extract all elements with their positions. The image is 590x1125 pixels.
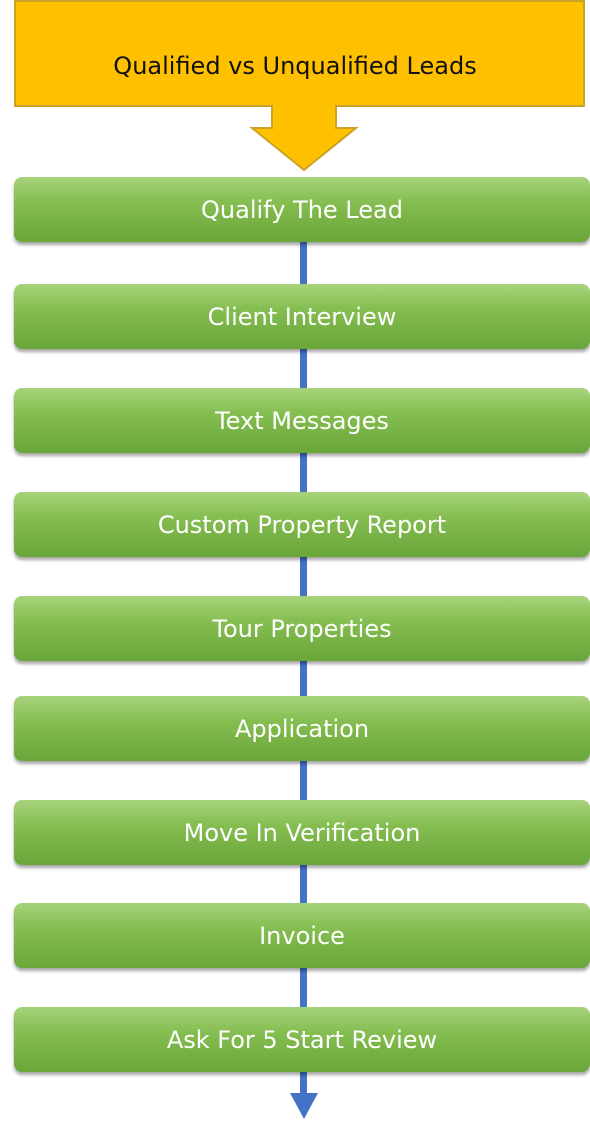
- header-title: Qualified vs Unqualified Leads: [113, 52, 477, 80]
- flowchart-diagram: Qualified vs Unqualified Leads Qualify T…: [0, 0, 590, 1125]
- step-text-messages: Text Messages: [14, 388, 590, 453]
- step-move-in-verification: Move In Verification: [14, 800, 590, 865]
- step-custom-property-report: Custom Property Report: [14, 492, 590, 557]
- end-arrowhead: [290, 1093, 318, 1119]
- step-tour-properties: Tour Properties: [14, 596, 590, 661]
- step-invoice: Invoice: [14, 903, 590, 968]
- step-application: Application: [14, 696, 590, 761]
- step-ask-for-review: Ask For 5 Start Review: [14, 1007, 590, 1072]
- step-qualify-the-lead: Qualify The Lead: [14, 177, 590, 242]
- step-client-interview: Client Interview: [14, 284, 590, 349]
